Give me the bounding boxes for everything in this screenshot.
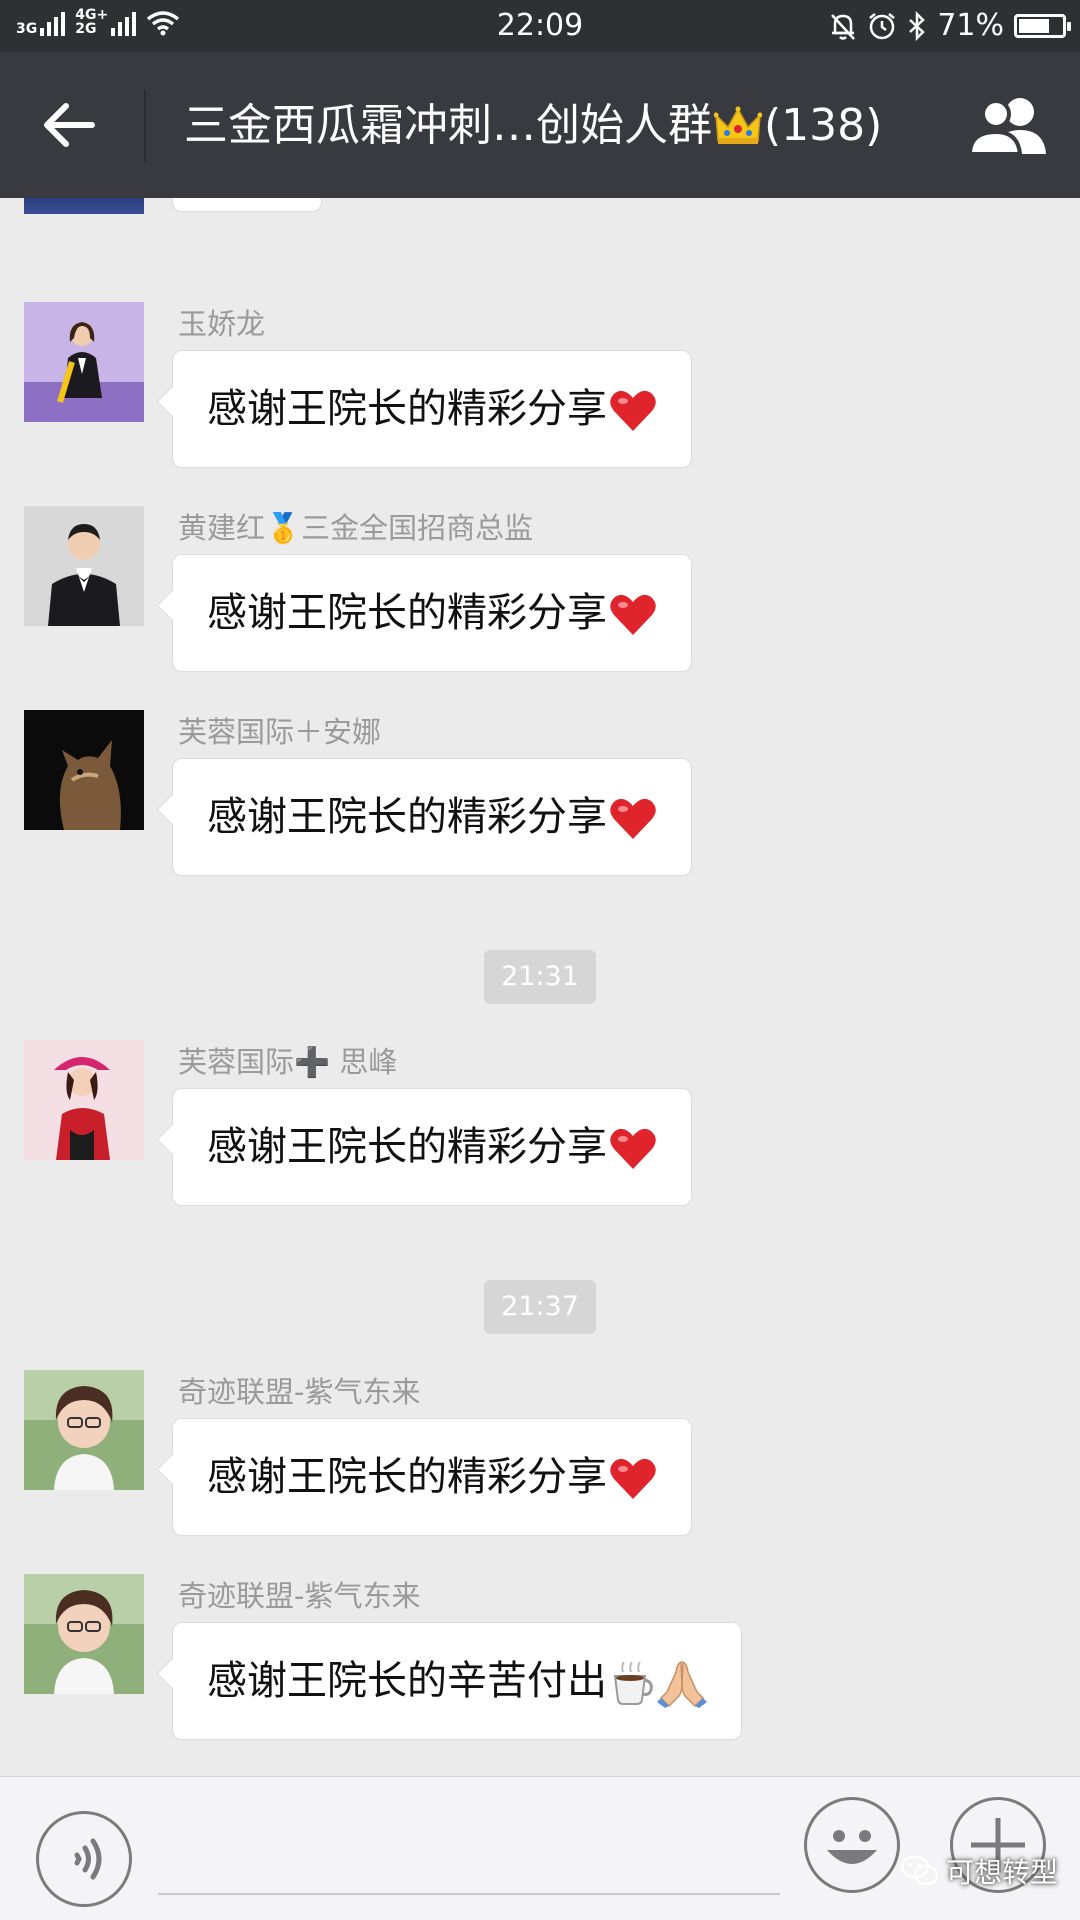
bluetooth-icon [909, 11, 926, 41]
message-bubble[interactable]: 谢谢 [172, 198, 322, 212]
avatar-image [24, 710, 144, 830]
message-text: 感谢王院长的精彩分享 [207, 590, 607, 636]
avatar[interactable] [24, 198, 144, 214]
message-bubble[interactable]: 感谢王院长的精彩分享 [172, 1088, 692, 1206]
watermark-text: 可想转型 [946, 1856, 1059, 1889]
emoji-button[interactable] [804, 1797, 900, 1893]
message-text: 感谢王院长的精彩分享 [207, 1454, 607, 1500]
red-heart-icon [610, 1128, 656, 1169]
avatar[interactable] [24, 1574, 144, 1694]
sender-name: 玉娇龙 [178, 307, 266, 341]
avatar[interactable] [24, 506, 144, 626]
message-bubble[interactable]: 感谢王院长的辛苦付出 [172, 1622, 742, 1740]
red-heart-icon [610, 594, 656, 635]
avatar-image [24, 506, 144, 626]
sender-name: 芙蓉国际＋安娜 [178, 715, 382, 749]
alarm-icon [869, 13, 896, 40]
message-text: 感谢王院长的精彩分享 [207, 794, 607, 840]
red-heart-icon [610, 390, 656, 431]
battery-percentage: 71% [937, 8, 1004, 43]
red-heart-icon [610, 1458, 656, 1499]
avatar[interactable] [24, 1370, 144, 1490]
back-arrow-icon [44, 103, 95, 147]
emoji-icon [827, 1830, 877, 1864]
member-count: (138) [764, 100, 883, 151]
avatar-image [24, 1370, 144, 1490]
avatar-image [24, 1574, 144, 1694]
group-members-button[interactable] [967, 94, 1050, 158]
sender-name: 芙蓉国际➕ 思峰 [178, 1045, 398, 1079]
chat-title: 三金西瓜霜冲刺…创始人群 (138) [184, 96, 882, 156]
text-input-field[interactable] [158, 1893, 780, 1895]
sender-name: 奇迹联盟-紫气东来 [178, 1579, 421, 1613]
group-members-icon [967, 98, 1046, 156]
status-icons: 71% [829, 6, 1071, 46]
sender-name: 黄建红🥇三金全国招商总监 [178, 511, 534, 545]
battery-icon [1014, 14, 1071, 38]
timestamp: 21:37 [484, 1280, 596, 1334]
voice-input-button[interactable] [36, 1811, 132, 1907]
sender-name: 奇迹联盟-紫气东来 [178, 1375, 421, 1409]
chat-message-list[interactable]: 谢谢 玉娇龙 感谢王院长的精彩分享 [0, 198, 1080, 1776]
message-bubble[interactable]: 感谢王院长的精彩分享 [172, 758, 692, 876]
back-button[interactable] [40, 98, 100, 152]
battery-level [1019, 19, 1049, 33]
message-bubble[interactable]: 感谢王院长的精彩分享 [172, 350, 692, 468]
message-text: 感谢王院长的精彩分享 [207, 386, 607, 432]
group-name: 三金西瓜霜冲刺…创始人群 [184, 100, 712, 151]
header-divider [144, 90, 146, 162]
message-text: 感谢王院长的精彩分享 [207, 1124, 607, 1170]
mute-bell-icon [831, 14, 856, 40]
watermark: 可想转型 [900, 1851, 1058, 1891]
timestamp: 21:31 [484, 950, 596, 1004]
folded-hands-icon [657, 1660, 707, 1708]
avatar-image [24, 1040, 144, 1160]
message-bubble[interactable]: 感谢王院长的精彩分享 [172, 554, 692, 672]
avatar-image [24, 302, 144, 422]
avatar[interactable] [24, 1040, 144, 1160]
message-bubble[interactable]: 感谢王院长的精彩分享 [172, 1418, 692, 1536]
wechat-logo-icon [900, 1855, 939, 1886]
message-input-bar: 可想转型 [0, 1776, 1080, 1920]
status-bar: 3G 4G+ 2G 22:09 71% [0, 0, 1080, 52]
crown-icon [714, 106, 762, 144]
avatar[interactable] [24, 710, 144, 830]
coffee-icon [613, 1661, 653, 1705]
message-text: 感谢王院长的辛苦付出 [207, 1658, 607, 1704]
chat-header: 三金西瓜霜冲刺…创始人群 (138) [0, 52, 1080, 198]
voice-icon [74, 1838, 102, 1880]
red-heart-icon [610, 798, 656, 839]
avatar[interactable] [24, 302, 144, 422]
